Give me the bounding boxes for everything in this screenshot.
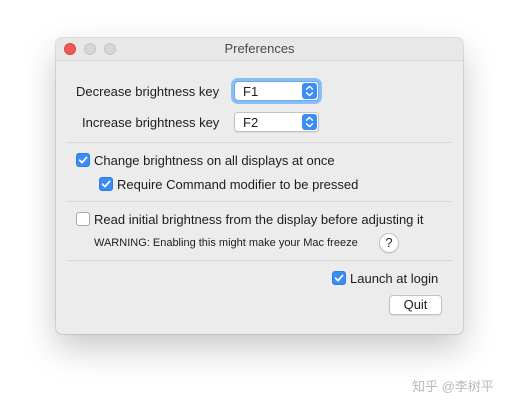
- separator: [67, 142, 452, 143]
- require-command-label[interactable]: Require Command modifier to be pressed: [117, 177, 358, 192]
- checkmark-icon: [101, 180, 111, 188]
- decrease-key-label: Decrease brightness key: [76, 84, 220, 99]
- watermark: 知乎 @李树平: [412, 379, 494, 394]
- decrease-key-value: F1: [243, 84, 259, 99]
- checkmark-icon: [334, 274, 344, 282]
- quit-button[interactable]: Quit: [389, 295, 442, 315]
- all-displays-checkbox[interactable]: [76, 153, 90, 167]
- read-initial-label[interactable]: Read initial brightness from the display…: [94, 212, 424, 227]
- decrease-key-popup[interactable]: F1: [234, 81, 319, 101]
- window-title: Preferences: [224, 41, 295, 56]
- preferences-window: Preferences Decrease brightness key F1 I…: [56, 38, 463, 334]
- separator: [67, 201, 452, 202]
- chevron-up-down-icon: [302, 114, 317, 130]
- title-bar: Preferences: [56, 38, 463, 61]
- help-button[interactable]: ?: [379, 233, 399, 253]
- read-initial-checkbox[interactable]: [76, 212, 90, 226]
- require-command-checkbox[interactable]: [99, 177, 113, 191]
- increase-key-popup[interactable]: F2: [234, 112, 319, 132]
- all-displays-label[interactable]: Change brightness on all displays at onc…: [94, 153, 335, 168]
- warning-text: WARNING: Enabling this might make your M…: [94, 237, 358, 249]
- increase-key-value: F2: [243, 115, 259, 130]
- chevron-up-down-icon: [302, 83, 317, 99]
- launch-at-login-label[interactable]: Launch at login: [350, 271, 438, 286]
- checkmark-icon: [78, 156, 88, 164]
- increase-key-label: Increase brightness key: [82, 115, 220, 130]
- launch-at-login-checkbox[interactable]: [332, 271, 346, 285]
- separator: [67, 260, 452, 261]
